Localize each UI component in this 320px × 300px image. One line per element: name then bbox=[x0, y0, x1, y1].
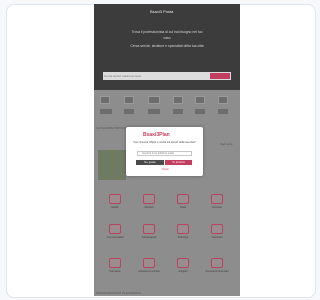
brand-logos-row bbox=[94, 96, 240, 122]
search-input[interactable] bbox=[104, 73, 210, 79]
category-icon bbox=[177, 224, 189, 234]
category-item[interactable]: Artigiani bbox=[169, 256, 197, 286]
category-icon bbox=[177, 194, 189, 204]
modal-brand-logo: Bsaxi3Plan bbox=[143, 132, 170, 138]
category-item[interactable]: Veterinari bbox=[203, 222, 231, 252]
category-label: Veterinari bbox=[211, 236, 223, 239]
brand-label-bar bbox=[148, 109, 160, 114]
view-all-link[interactable]: Vedi tutte bbox=[220, 142, 233, 146]
category-icon bbox=[143, 258, 155, 268]
category-label: Medici bbox=[111, 206, 119, 209]
category-icon bbox=[109, 194, 121, 204]
featured-section-title: PROFESSIONISTI IN EVIDENZA bbox=[96, 291, 141, 295]
category-item[interactable]: Fisioterapisti bbox=[135, 222, 163, 252]
category-label: Dentisti bbox=[144, 206, 154, 209]
category-item[interactable]: Assistenza anziani bbox=[135, 256, 163, 286]
brand-logo[interactable] bbox=[148, 96, 160, 104]
category-icon bbox=[143, 194, 155, 204]
newsletter-modal: Bsaxi3Plan Vuoi ricevere offerte e novit… bbox=[126, 127, 203, 176]
category-icon bbox=[211, 194, 223, 204]
hero-title-line-2: caso bbox=[163, 36, 171, 40]
category-item[interactable]: Consulenti finanziari bbox=[203, 256, 231, 286]
brand-label-bar bbox=[124, 109, 134, 114]
category-item[interactable]: Farmacie bbox=[101, 256, 129, 286]
brand-logo[interactable] bbox=[195, 96, 205, 104]
category-label: Commercialisti bbox=[106, 236, 124, 239]
brand-logo[interactable] bbox=[218, 96, 228, 104]
category-icon bbox=[109, 224, 121, 234]
hero-title-line-1: Trova il professionista di cui hai bisog… bbox=[131, 30, 203, 34]
category-item[interactable]: Dentisti bbox=[135, 192, 163, 222]
brand-logo[interactable] bbox=[173, 96, 183, 104]
category-label: Farmacie bbox=[109, 270, 121, 273]
hero-subtitle: Cerca servizi, strutture e specialisti d… bbox=[130, 44, 204, 48]
category-label: Consulenti finanziari bbox=[205, 270, 229, 273]
category-item[interactable]: Psicologi bbox=[169, 222, 197, 252]
category-label: Fisioterapisti bbox=[141, 236, 157, 239]
search-bar bbox=[103, 72, 231, 80]
close-link[interactable]: Chiudi bbox=[157, 168, 173, 171]
featured-thumbnail[interactable] bbox=[98, 150, 126, 180]
category-label: Notai bbox=[179, 206, 187, 209]
category-label: Psicologi bbox=[177, 236, 189, 239]
brand-logo[interactable] bbox=[100, 96, 110, 104]
brand-label-bar bbox=[173, 109, 183, 114]
search-button[interactable] bbox=[210, 73, 230, 79]
brand-label-bar bbox=[195, 109, 205, 114]
category-icon bbox=[211, 224, 223, 234]
category-icon bbox=[109, 258, 121, 268]
brand-label-bar bbox=[218, 109, 228, 114]
decline-button[interactable]: No, grazie bbox=[136, 160, 164, 165]
category-item[interactable]: Notai bbox=[169, 192, 197, 222]
email-field[interactable]: Inserisci il tuo indirizzo email bbox=[137, 151, 192, 156]
category-item[interactable]: Medici bbox=[101, 192, 129, 222]
category-icon bbox=[143, 224, 155, 234]
subscribe-button[interactable]: Si, iscrivimi bbox=[165, 160, 192, 165]
category-item[interactable]: Commercialisti bbox=[101, 222, 129, 252]
category-item[interactable]: Avvocati bbox=[203, 192, 231, 222]
brand-label-bar bbox=[100, 109, 112, 114]
category-label: Assistenza anziani bbox=[138, 270, 160, 273]
category-icon bbox=[211, 258, 223, 268]
category-label: Artigiani bbox=[178, 270, 188, 273]
hero-section: Bsaxi3 Posta Trova il professionista di … bbox=[94, 4, 240, 90]
modal-message: Vuoi ricevere offerte e novita sui servi… bbox=[133, 141, 196, 144]
category-label: Avvocati bbox=[212, 206, 222, 209]
brand-logo[interactable] bbox=[124, 96, 134, 104]
site-logo: Bsaxi3 Posta bbox=[150, 9, 174, 14]
category-icon bbox=[177, 258, 189, 268]
